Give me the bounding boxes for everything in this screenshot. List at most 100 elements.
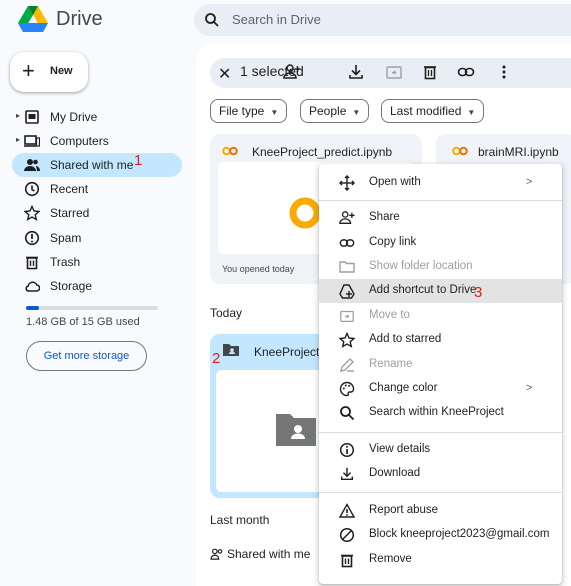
menu-item-label: Copy link (369, 236, 417, 248)
menu-item-share[interactable]: Share (319, 206, 562, 230)
menu-item-label: Add to starred (369, 333, 442, 345)
block-icon (339, 527, 355, 543)
sidebar-item-storage[interactable]: Storage (12, 274, 182, 298)
menu-item-report-abuse[interactable]: Report abuse (319, 499, 562, 523)
menu-divider (319, 492, 562, 493)
add-shortcut-icon (339, 283, 355, 299)
sidebar-item-label: Recent (50, 182, 89, 196)
trash-icon (339, 552, 355, 568)
file-title: brainMRI.ipynb (478, 145, 559, 159)
warning-icon (339, 503, 355, 519)
file-subtitle: You opened today (222, 264, 295, 274)
menu-item-label: Search within KneeProject (369, 406, 504, 418)
dropdown-arrow-icon: ▼ (467, 108, 476, 117)
shared-folder-large-icon (274, 410, 318, 448)
sidebar-item-label: Computers (50, 134, 109, 148)
shared-icon (24, 157, 40, 173)
menu-item-label: Show folder location (369, 260, 473, 272)
sidebar-item-label: Trash (50, 255, 81, 269)
menu-item-label: Open with (369, 176, 421, 188)
add-person-icon[interactable] (283, 63, 301, 81)
menu-item-block-user[interactable]: Block kneeproject2023@gmail.com (319, 523, 562, 547)
menu-item-label: Remove (369, 553, 412, 565)
app-title: Drive (56, 8, 103, 30)
menu-item-remove[interactable]: Remove (319, 548, 562, 572)
clock-icon (24, 181, 40, 197)
storage-bar-fill (26, 306, 39, 310)
menu-item-change-color[interactable]: Change color > (319, 377, 562, 401)
menu-divider (319, 200, 562, 201)
drive-logo-icon[interactable] (18, 6, 48, 34)
sidebar-item-computers[interactable]: ▸ Computers (12, 129, 182, 153)
star-icon (24, 205, 40, 221)
new-button[interactable]: + New (10, 52, 88, 92)
move-to-icon (339, 308, 355, 324)
shared-with-me-row[interactable]: Shared with me (227, 547, 310, 561)
search-input[interactable]: Search in Drive (232, 12, 321, 27)
menu-item-label: Change color (369, 382, 438, 394)
menu-item-label: Report abuse (369, 504, 439, 516)
menu-item-label: Share (369, 211, 400, 223)
section-heading-today: Today (210, 306, 243, 320)
close-icon[interactable]: ✕ (218, 64, 231, 84)
spam-icon (24, 230, 40, 246)
star-icon (339, 332, 355, 348)
file-type-filter[interactable]: File type ▼ (210, 99, 288, 123)
more-vert-icon[interactable] (495, 63, 513, 81)
menu-item-label: Add shortcut to Drive (369, 284, 477, 296)
people-filter[interactable]: People ▼ (300, 99, 370, 123)
sidebar-item-my-drive[interactable]: ▸ My Drive (12, 105, 182, 129)
menu-item-copy-link[interactable]: Copy link (319, 231, 562, 255)
search-icon[interactable] (204, 12, 220, 28)
sidebar-item-spam[interactable]: Spam (12, 226, 182, 250)
open-with-icon (339, 175, 355, 191)
colab-icon (452, 146, 468, 156)
section-heading-last-month: Last month (210, 513, 270, 527)
download-icon[interactable] (347, 63, 365, 81)
plus-icon: + (22, 58, 35, 83)
menu-item-rename[interactable]: Rename (319, 353, 562, 377)
menu-item-search-within[interactable]: Search within KneeProject (319, 401, 562, 425)
menu-item-view-details[interactable]: View details (319, 438, 562, 462)
my-drive-icon (24, 109, 40, 125)
annotation-marker: 1 (134, 152, 143, 169)
file-title: KneeProject_predict.ipynb (252, 145, 393, 159)
sidebar-item-trash[interactable]: Trash (12, 250, 182, 274)
storage-bar (26, 306, 158, 310)
sidebar-item-recent[interactable]: Recent (12, 177, 182, 201)
sidebar-item-label: Starred (50, 206, 90, 220)
colab-logo-icon (288, 196, 322, 230)
last-modified-filter[interactable]: Last modified ▼ (381, 99, 485, 123)
chevron-right-icon: > (526, 382, 533, 394)
search-icon (339, 405, 355, 421)
chip-label: Last modified (390, 104, 462, 118)
menu-item-label: Move to (369, 309, 410, 321)
sidebar-item-label: Spam (50, 231, 82, 245)
dropdown-arrow-icon: ▼ (270, 108, 279, 117)
menu-item-label: Download (369, 467, 421, 479)
colab-icon (222, 146, 238, 156)
annotation-marker: 3 (474, 284, 483, 301)
sidebar-item-starred[interactable]: Starred (12, 201, 182, 225)
move-to-folder-icon[interactable] (385, 63, 403, 81)
sidebar-item-shared-with-me[interactable]: Shared with me (12, 153, 182, 177)
trash-icon[interactable] (421, 63, 439, 81)
get-more-storage-button[interactable]: Get more storage (26, 341, 147, 371)
download-icon (339, 466, 355, 482)
menu-item-open-with[interactable]: Open with > (319, 171, 562, 195)
menu-item-move-to[interactable]: Move to (319, 304, 562, 328)
sidebar-item-label: My Drive (50, 110, 98, 124)
menu-item-add-to-starred[interactable]: Add to starred (319, 328, 562, 352)
expand-caret-icon[interactable]: ▸ (16, 135, 20, 144)
shared-folder-icon (222, 342, 240, 358)
menu-item-add-shortcut[interactable]: Add shortcut to Drive (319, 279, 562, 303)
menu-item-download[interactable]: Download (319, 462, 562, 486)
menu-item-show-folder-location[interactable]: Show folder location (319, 255, 562, 279)
search-bar[interactable]: Search in Drive (194, 4, 571, 36)
pencil-icon (339, 357, 355, 373)
link-icon (339, 235, 355, 251)
expand-caret-icon[interactable]: ▸ (16, 111, 20, 120)
chip-label: File type (219, 104, 265, 118)
menu-item-label: View details (369, 443, 431, 455)
link-icon[interactable] (457, 63, 475, 81)
